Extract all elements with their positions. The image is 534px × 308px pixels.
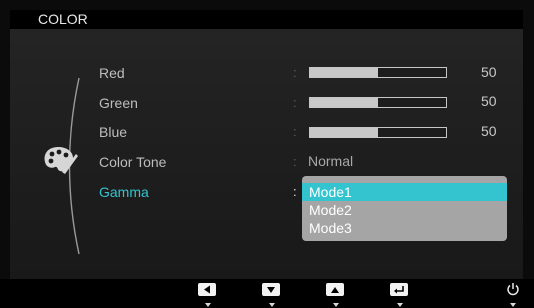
green-slider-fill xyxy=(310,98,378,107)
blue-value: 50 xyxy=(481,123,497,139)
menu-title: COLOR xyxy=(38,11,88,27)
blue-slider[interactable] xyxy=(309,127,447,138)
key-indicator xyxy=(510,303,516,307)
key-indicator xyxy=(269,303,275,307)
color-palette-icon xyxy=(44,147,78,174)
separator: : xyxy=(293,95,297,110)
key-indicator xyxy=(333,303,339,307)
separator: : xyxy=(293,184,297,199)
gamma-option-mode3[interactable]: Mode3 xyxy=(302,219,507,237)
left-arrow-key-icon[interactable] xyxy=(198,283,216,296)
green-slider[interactable] xyxy=(309,97,447,108)
menu-item-color-tone[interactable]: Color Tone xyxy=(99,154,166,170)
separator: : xyxy=(293,154,297,169)
title-bar: COLOR xyxy=(10,10,523,29)
up-arrow-key-icon[interactable] xyxy=(326,283,344,296)
color-tone-value: Normal xyxy=(308,153,354,169)
gamma-dropdown[interactable]: Mode1 Mode2 Mode3 xyxy=(302,176,507,241)
menu-item-green[interactable]: Green xyxy=(99,95,138,111)
menu-item-blue[interactable]: Blue xyxy=(99,124,127,140)
separator: : xyxy=(293,65,297,80)
down-arrow-key-icon[interactable] xyxy=(262,283,280,296)
green-value: 50 xyxy=(481,93,497,109)
key-indicator xyxy=(205,303,211,307)
gamma-option-mode2[interactable]: Mode2 xyxy=(302,201,507,219)
separator: : xyxy=(293,124,297,139)
red-slider-fill xyxy=(310,68,378,77)
red-slider[interactable] xyxy=(309,67,447,78)
control-bar xyxy=(0,279,534,308)
key-indicator xyxy=(397,303,403,307)
menu-item-gamma[interactable]: Gamma xyxy=(99,184,149,200)
gamma-option-mode1[interactable]: Mode1 xyxy=(302,183,507,201)
power-icon[interactable] xyxy=(506,282,520,296)
osd-window: COLOR Red : 50 Green : 50 Blue : 50 Colo… xyxy=(10,10,523,279)
blue-slider-fill xyxy=(310,128,378,137)
menu-item-red[interactable]: Red xyxy=(99,65,125,81)
enter-key-icon[interactable] xyxy=(390,283,408,296)
red-value: 50 xyxy=(481,64,497,80)
